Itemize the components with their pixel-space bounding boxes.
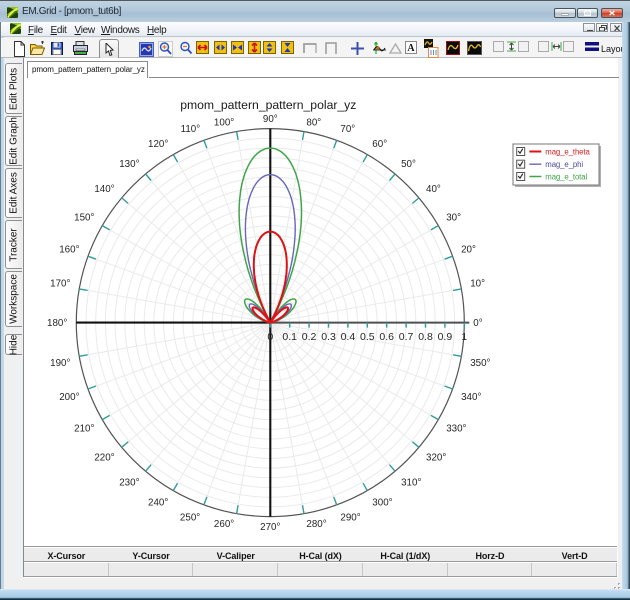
svg-text:240°: 240° — [148, 498, 168, 509]
svg-text:pmom_pattern_pattern_polar_yz: pmom_pattern_pattern_polar_yz — [180, 98, 356, 112]
svg-text:250°: 250° — [180, 513, 200, 524]
svg-text:300°: 300° — [372, 498, 392, 509]
svg-text:310°: 310° — [401, 477, 421, 488]
svg-text:0.3: 0.3 — [321, 331, 336, 343]
svg-text:350°: 350° — [470, 358, 490, 369]
svg-text:40°: 40° — [426, 184, 441, 195]
svg-text:0: 0 — [267, 331, 273, 343]
svg-text:160°: 160° — [59, 245, 79, 256]
svg-text:100°: 100° — [214, 117, 234, 128]
svg-text:140°: 140° — [94, 184, 114, 195]
svg-text:0.7: 0.7 — [399, 331, 414, 343]
svg-text:10°: 10° — [470, 279, 485, 290]
svg-text:1: 1 — [461, 331, 467, 343]
svg-text:0.2: 0.2 — [302, 331, 317, 343]
svg-text:0°: 0° — [473, 318, 482, 329]
svg-text:0.8: 0.8 — [418, 331, 433, 343]
svg-text:0.4: 0.4 — [341, 331, 356, 343]
svg-text:80°: 80° — [306, 117, 321, 128]
svg-text:30°: 30° — [446, 213, 461, 224]
svg-text:0.9: 0.9 — [438, 331, 453, 343]
svg-text:0.6: 0.6 — [379, 331, 394, 343]
svg-text:A: A — [407, 43, 415, 54]
svg-text:170°: 170° — [50, 279, 70, 290]
svg-text:mag_e_theta: mag_e_theta — [545, 148, 590, 157]
svg-text:50°: 50° — [401, 159, 416, 170]
svg-text:200°: 200° — [59, 392, 79, 403]
svg-text:270°: 270° — [260, 522, 280, 533]
svg-text:130°: 130° — [119, 159, 139, 170]
svg-text:330°: 330° — [446, 424, 466, 435]
svg-text:220°: 220° — [94, 453, 114, 464]
svg-text:70°: 70° — [340, 124, 355, 135]
svg-text:mag_e_phi: mag_e_phi — [545, 160, 583, 169]
svg-text:290°: 290° — [340, 513, 360, 524]
svg-text:180°: 180° — [47, 318, 67, 329]
svg-text:190°: 190° — [50, 358, 70, 369]
svg-text:260°: 260° — [214, 519, 234, 530]
svg-text:340°: 340° — [461, 392, 481, 403]
svg-text:60°: 60° — [372, 139, 387, 150]
svg-text:230°: 230° — [119, 477, 139, 488]
svg-text:120°: 120° — [148, 139, 168, 150]
svg-text:320°: 320° — [426, 453, 446, 464]
svg-text:mag_e_total: mag_e_total — [545, 173, 587, 182]
svg-text:280°: 280° — [306, 519, 326, 530]
svg-text:110°: 110° — [181, 124, 201, 135]
svg-text:90°: 90° — [263, 114, 278, 125]
svg-text:150°: 150° — [74, 213, 94, 224]
svg-text:0.5: 0.5 — [360, 331, 375, 343]
svg-text:20°: 20° — [461, 245, 476, 256]
svg-text:0.1: 0.1 — [282, 331, 297, 343]
svg-text:210°: 210° — [74, 424, 94, 435]
